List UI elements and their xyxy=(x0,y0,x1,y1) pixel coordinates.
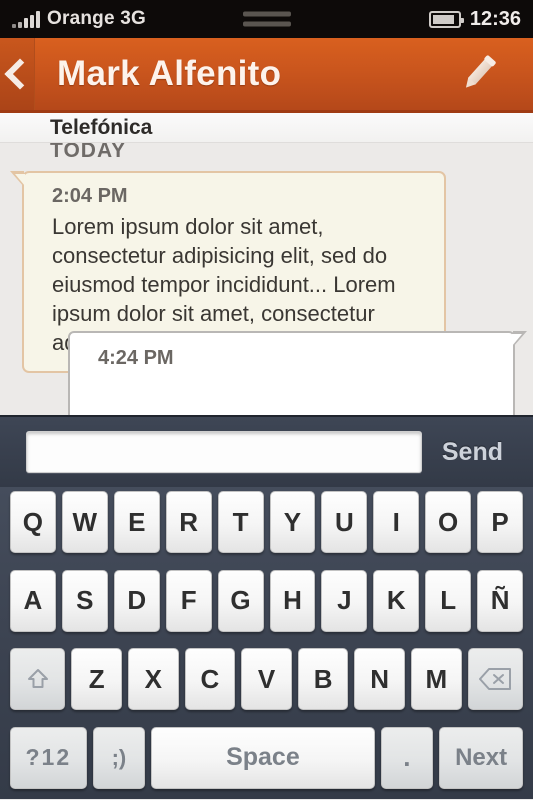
key-q[interactable]: Q xyxy=(9,491,56,553)
message-input-bar: Send xyxy=(0,415,533,487)
message-timestamp: 2:04 PM xyxy=(52,185,128,207)
back-button[interactable] xyxy=(0,38,36,110)
app-header: Mark Alfenito xyxy=(0,38,533,113)
key-f[interactable]: F xyxy=(165,569,212,632)
key-r[interactable]: R xyxy=(165,491,212,553)
message-timestamp: 4:24 PM xyxy=(98,347,174,369)
message-bubble-outgoing[interactable]: 4:24 PM xyxy=(68,331,527,415)
key-e[interactable]: E xyxy=(113,491,160,553)
send-button[interactable]: Send xyxy=(422,438,519,467)
contact-name-label: Telefónica xyxy=(50,115,153,139)
key-s[interactable]: S xyxy=(61,569,108,632)
key-c[interactable]: C xyxy=(184,648,236,711)
back-chevron-icon xyxy=(3,58,36,90)
status-bar-right: 12:36 xyxy=(428,7,521,31)
key-k[interactable]: K xyxy=(373,569,420,632)
key-d[interactable]: D xyxy=(113,569,160,632)
emoji-key[interactable]: ;) xyxy=(92,726,146,789)
page-title: Mark Alfenito xyxy=(57,54,282,93)
signal-bars-icon xyxy=(12,10,40,28)
status-bar-left: Orange 3G xyxy=(12,8,146,30)
conversation-list[interactable]: TODAY Telefónica 2:04 PM Lorem ipsum dol… xyxy=(0,113,533,415)
next-key[interactable]: Next xyxy=(439,726,524,789)
key-p[interactable]: P xyxy=(477,491,524,553)
key-o[interactable]: O xyxy=(425,491,472,553)
key-h[interactable]: H xyxy=(269,569,316,632)
backspace-icon xyxy=(478,667,512,691)
key-g[interactable]: G xyxy=(217,569,264,632)
message-input[interactable] xyxy=(26,431,422,473)
drag-handle-icon[interactable] xyxy=(242,11,291,27)
key-y[interactable]: Y xyxy=(269,491,316,553)
key-n[interactable]: N xyxy=(354,648,405,711)
keyboard-row-1: Q W E R T Y U I O P xyxy=(6,491,527,553)
contact-header: Telefónica xyxy=(0,113,533,143)
key-z[interactable]: Z xyxy=(71,648,123,711)
key-x[interactable]: X xyxy=(128,648,179,711)
key-w[interactable]: W xyxy=(61,491,108,553)
key-j[interactable]: J xyxy=(321,569,368,632)
symbols-key[interactable]: ?12 xyxy=(10,726,87,789)
pencil-icon xyxy=(467,58,493,86)
period-key[interactable]: . xyxy=(380,726,434,789)
key-i[interactable]: I xyxy=(373,491,420,553)
keyboard-row-4: ?12 ;) Space . Next xyxy=(6,726,527,789)
key-b[interactable]: B xyxy=(297,648,349,711)
on-screen-keyboard: Q W E R T Y U I O P A S D F G H J K L Ñ xyxy=(0,487,533,799)
status-bar: Orange 3G 12:36 xyxy=(0,0,533,38)
shift-arrow-icon xyxy=(25,666,51,692)
keyboard-row-3: Z X C V B N M xyxy=(6,648,527,711)
key-a[interactable]: A xyxy=(9,569,56,632)
battery-icon xyxy=(428,10,464,28)
status-clock: 12:36 xyxy=(469,7,521,30)
carrier-label: Orange 3G xyxy=(47,8,146,29)
key-enye[interactable]: Ñ xyxy=(477,569,524,632)
key-t[interactable]: T xyxy=(217,491,264,553)
shift-key[interactable] xyxy=(9,648,66,711)
phone-screen: Orange 3G 12:36 Mark Alfenito TODAY Tele… xyxy=(0,0,533,800)
key-v[interactable]: V xyxy=(241,648,292,711)
key-u[interactable]: U xyxy=(321,491,368,553)
keyboard-row-2: A S D F G H J K L Ñ xyxy=(6,569,527,632)
space-key[interactable]: Space xyxy=(151,726,375,789)
edit-button[interactable] xyxy=(467,54,507,94)
key-m[interactable]: M xyxy=(410,648,462,711)
backspace-key[interactable] xyxy=(467,648,524,711)
key-l[interactable]: L xyxy=(425,569,472,632)
